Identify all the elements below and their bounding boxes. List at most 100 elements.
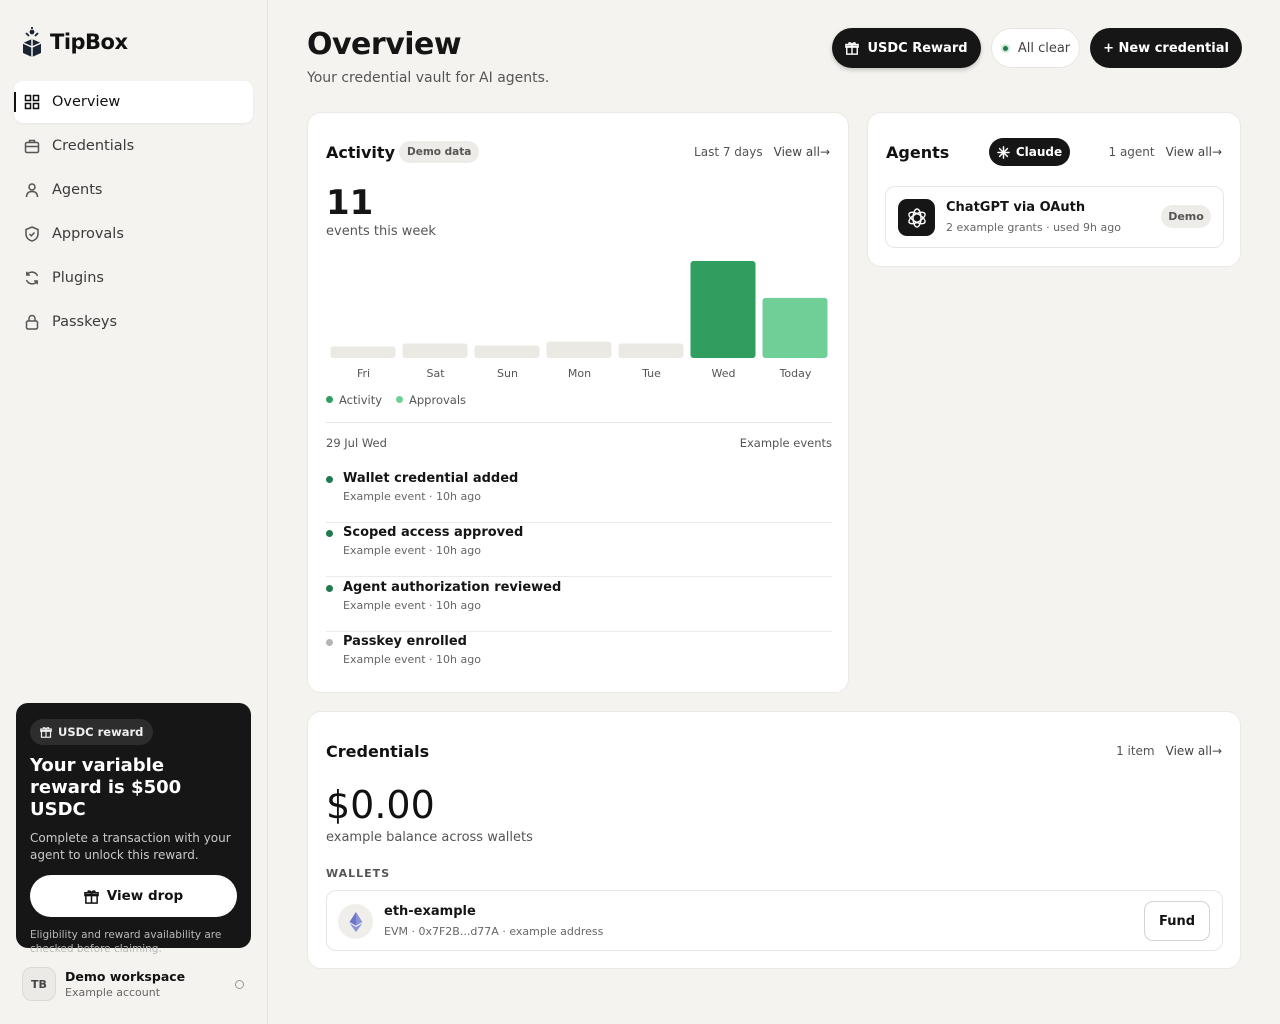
activity-title: Activity xyxy=(326,143,395,162)
sidebar-item-label: Plugins xyxy=(52,270,104,286)
claude-filter-label: Claude xyxy=(1015,145,1063,159)
event-title: Agent authorization reviewed xyxy=(343,580,562,595)
event-date: 29 Jul Wed xyxy=(326,436,387,450)
agents-view-all-link[interactable]: View all→ xyxy=(1166,145,1222,159)
page-subtitle: Your credential vault for AI agents. xyxy=(307,70,550,86)
list-item[interactable]: Scoped access approved Example event · 1… xyxy=(326,523,832,577)
view-drop-button[interactable]: View drop xyxy=(30,875,237,917)
event-sub: Example event · 10h ago xyxy=(343,490,481,503)
reward-description: Complete a transaction with your agent t… xyxy=(30,831,231,862)
sidebar-item-credentials[interactable]: Credentials xyxy=(14,125,253,167)
app-name: TipBox xyxy=(50,30,128,54)
tipbox-logo-icon xyxy=(22,27,42,57)
sidebar-item-agents[interactable]: Agents xyxy=(14,169,253,211)
bar-label-tue: Tue xyxy=(642,367,661,380)
ethereum-icon xyxy=(338,904,373,939)
refresh-icon xyxy=(25,271,39,285)
credential-count: 1 item xyxy=(1116,744,1155,758)
bar-sun[interactable] xyxy=(474,345,540,358)
activity-view-all-link[interactable]: View all→ xyxy=(774,145,830,159)
usdc-reward-label: USDC Reward xyxy=(867,40,968,56)
status-dot-icon xyxy=(326,476,333,483)
page-title: Overview xyxy=(307,27,462,62)
list-item[interactable]: Agent authorization reviewed Example eve… xyxy=(326,578,832,632)
wallets-heading: WALLETS xyxy=(326,867,391,880)
bar-mon[interactable] xyxy=(546,341,612,358)
sidebar-item-label: Overview xyxy=(52,94,121,110)
gift-icon xyxy=(40,726,52,738)
event-title: Passkey enrolled xyxy=(343,634,467,649)
bar-sat[interactable] xyxy=(402,343,468,358)
bar-label-sun: Sun xyxy=(497,367,518,380)
app-logo[interactable]: TipBox xyxy=(20,27,128,57)
status-label: All clear xyxy=(1017,40,1071,56)
range-selector[interactable]: Last 7 days xyxy=(694,145,763,159)
agent-row[interactable]: ChatGPT via OAuth 2 example grants · use… xyxy=(885,186,1224,248)
sidebar-item-passkeys[interactable]: Passkeys xyxy=(14,301,253,343)
sidebar-item-label: Passkeys xyxy=(52,314,118,330)
status-dot-icon xyxy=(326,530,333,537)
wallet-name: eth-example xyxy=(384,904,476,919)
sidebar-nav: Overview Credentials Agents Approvals Pl… xyxy=(14,81,253,345)
demo-badge: Demo xyxy=(1161,205,1211,228)
status-ring-icon xyxy=(235,980,244,989)
status-dot-icon xyxy=(326,585,333,592)
sidebar-item-label: Credentials xyxy=(52,138,135,154)
claude-sparkle-icon xyxy=(997,145,1010,159)
list-item[interactable]: Passkey enrolled Example event · 10h ago xyxy=(326,632,832,686)
fund-button[interactable]: Fund xyxy=(1144,901,1210,941)
avatar: TB xyxy=(22,967,56,1001)
bar-label-mon: Mon xyxy=(567,367,592,380)
bar-label-today: Today xyxy=(779,367,812,380)
event-title: Wallet credential added xyxy=(343,471,519,486)
gift-icon xyxy=(845,42,860,55)
new-credential-button[interactable]: + New credential xyxy=(1090,28,1242,68)
reward-pill-label: USDC reward xyxy=(58,725,144,739)
reward-title: Your variable reward is $500 USDC xyxy=(30,755,182,820)
reward-note: Eligibility and reward availability are … xyxy=(30,929,222,955)
bar-today[interactable] xyxy=(762,297,828,358)
shield-check-icon xyxy=(25,226,39,242)
bar-fri[interactable] xyxy=(330,346,396,358)
workspace-sub: Example account xyxy=(65,986,161,999)
events-label: Example events xyxy=(739,436,832,450)
list-item[interactable]: Wallet credential added Example event · … xyxy=(326,469,832,523)
credentials-card: Credentials 1 item View all→ $0.00 examp… xyxy=(307,711,1241,969)
event-title: Scoped access approved xyxy=(343,525,524,540)
status-dot-icon xyxy=(1000,43,1010,53)
bar-label-wed: Wed xyxy=(711,367,736,380)
openai-icon xyxy=(898,199,935,236)
grid-icon xyxy=(24,94,40,110)
usdc-reward-button[interactable]: USDC Reward xyxy=(832,28,981,68)
status-indicator[interactable]: All clear xyxy=(991,28,1080,68)
workspace-switcher[interactable]: TB Demo workspace Example account xyxy=(22,965,252,1003)
event-count: 11 xyxy=(326,183,374,223)
sidebar: TipBox Overview Credentials Agents Appro… xyxy=(0,0,268,1024)
credentials-view-all-link[interactable]: View all→ xyxy=(1166,744,1222,758)
user-icon xyxy=(25,183,39,198)
chart-legend: Activity Approvals xyxy=(326,393,466,407)
agent-count: 1 agent xyxy=(1108,145,1155,159)
reward-pill: USDC reward xyxy=(30,719,154,745)
workspace-name: Demo workspace xyxy=(65,969,186,984)
bar-label-fri: Fri xyxy=(356,367,371,380)
sidebar-item-approvals[interactable]: Approvals xyxy=(14,213,253,255)
agent-name: ChatGPT via OAuth xyxy=(946,200,1086,215)
wallet-row[interactable]: eth-example EVM · 0x7F2B...d77A · exampl… xyxy=(326,890,1223,951)
event-sub: Example event · 10h ago xyxy=(343,544,481,557)
status-dot-icon xyxy=(326,639,333,646)
event-count-label: events this week xyxy=(326,224,436,239)
gift-icon xyxy=(83,889,99,904)
event-sub: Example event · 10h ago xyxy=(343,599,481,612)
sidebar-item-plugins[interactable]: Plugins xyxy=(14,257,253,299)
legend-item-activity: Activity xyxy=(326,393,382,407)
event-sub: Example event · 10h ago xyxy=(343,653,481,666)
sidebar-item-overview[interactable]: Overview xyxy=(14,81,253,123)
sidebar-item-label: Approvals xyxy=(52,226,124,242)
reward-card: USDC reward Your variable reward is $500… xyxy=(16,703,251,955)
bar-wed[interactable] xyxy=(690,261,756,358)
activity-card: Activity Demo data Last 7 days View all→… xyxy=(307,112,849,693)
bar-tue[interactable] xyxy=(618,343,684,358)
sidebar-item-label: Agents xyxy=(52,182,103,198)
claude-filter-button[interactable]: Claude xyxy=(989,138,1070,166)
